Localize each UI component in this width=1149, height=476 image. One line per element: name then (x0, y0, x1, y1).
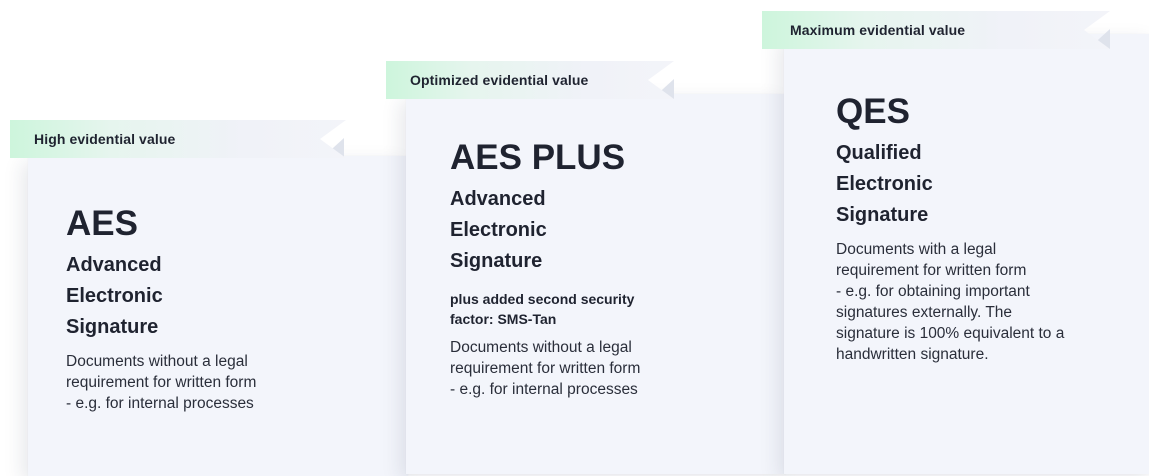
description-line: - e.g. for internal processes (450, 381, 638, 398)
description-line: Documents with a legal (836, 241, 997, 258)
tier-abbreviation-aes: AES (66, 204, 138, 243)
description-line: requirement for written form (450, 360, 641, 377)
ribbon-label-qes: Maximum evidential value (790, 22, 966, 38)
tier-abbreviation-qes: QES (836, 92, 910, 131)
description-line: - e.g. for internal processes (66, 395, 254, 412)
tier-name-qes: Qualified Electronic Signature (836, 138, 1146, 231)
ribbon-qes: Maximum evidential value (762, 11, 1110, 49)
tier-name-line: Electronic (450, 219, 547, 241)
description-line: requirement for written form (66, 374, 257, 391)
tier-description-aes-plus: Documents without a legal requirement fo… (450, 337, 770, 400)
tier-name-line: Electronic (836, 173, 933, 195)
tier-content-aes: AES Advanced Electronic Signature Docume… (66, 204, 386, 414)
ribbon-label-aes: High evidential value (34, 131, 176, 147)
tier-abbreviation-aes-plus: AES PLUS (450, 138, 626, 177)
description-line: signatures externally. The (836, 304, 1013, 321)
tier-name-line: Signature (450, 250, 543, 272)
tier-name-aes: Advanced Electronic Signature (66, 250, 386, 343)
tier-name-line: Signature (836, 204, 929, 226)
tier-content-qes: QES Qualified Electronic Signature Docum… (836, 92, 1146, 365)
signature-tiers: High evidential value AES Advanced Elect… (0, 0, 1149, 476)
tier-name-line: Qualified (836, 142, 922, 164)
tier-name-line: Electronic (66, 285, 163, 307)
tier-name-aes-plus: Advanced Electronic Signature (450, 184, 770, 277)
description-line: signature is 100% equivalent to a (836, 325, 1065, 342)
description-line: requirement for written form (836, 262, 1027, 279)
ribbon-aes: High evidential value (10, 120, 346, 158)
tier-name-line: Advanced (66, 254, 162, 276)
description-line: handwritten signature. (836, 346, 989, 363)
tier-description-qes: Documents with a legal requirement for w… (836, 239, 1146, 365)
tier-content-aes-plus: AES PLUS Advanced Electronic Signature p… (450, 138, 770, 400)
description-line: - e.g. for obtaining important (836, 283, 1030, 300)
description-line: Documents without a legal (450, 339, 632, 356)
ribbon-aes-plus: Optimized evidential value (386, 61, 674, 99)
tier-name-line: Signature (66, 316, 159, 338)
tier-description-aes: Documents without a legal requirement fo… (66, 351, 386, 414)
tier-extra-aes-plus: plus added second security factor: SMS-T… (450, 291, 635, 327)
tier-name-line: Advanced (450, 188, 546, 210)
description-line: Documents without a legal (66, 353, 248, 370)
ribbon-label-aes-plus: Optimized evidential value (410, 72, 589, 88)
